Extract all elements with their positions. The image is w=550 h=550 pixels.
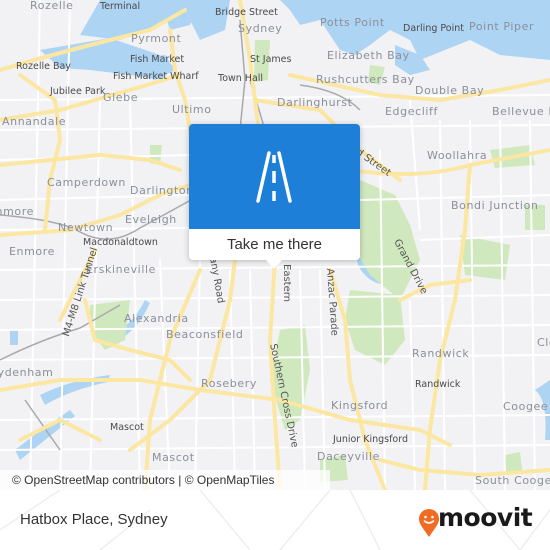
map-attribution[interactable]: © OpenStreetMap contributors | © OpenMap… bbox=[0, 470, 330, 490]
map-label-elizabeth-bay: Elizabeth Bay bbox=[327, 49, 410, 62]
footer-bar: Hatbox Place, Sydney moovit bbox=[0, 490, 550, 550]
popup-pointer bbox=[266, 260, 282, 269]
map-label-rozelle-bay: Rozelle Bay bbox=[16, 61, 71, 72]
place-name: Hatbox Place, Sydney bbox=[20, 511, 168, 528]
map-label-erskineville: Erskineville bbox=[86, 263, 157, 276]
map-label-rozelle: Rozelle bbox=[30, 0, 74, 12]
map-label-daceyville: Daceyville bbox=[317, 450, 380, 463]
map-label-annandale: Annandale bbox=[2, 115, 67, 128]
take-me-there-button[interactable]: Take me there bbox=[189, 229, 360, 260]
map-label-clovelly: Clovelly bbox=[537, 336, 550, 349]
map-label-enmore: Enmore bbox=[9, 245, 56, 258]
map-label-bridge-street: Bridge Street bbox=[215, 7, 278, 18]
map-label-fish-market-wharf: Fish Market Wharf bbox=[113, 71, 199, 82]
map-label-enmore-west: Enmore bbox=[0, 205, 35, 218]
road-label-eastern: Eastern bbox=[281, 264, 292, 303]
map-label-bondi-junction: Bondi Junction bbox=[451, 199, 539, 212]
map-label-potts-point: Potts Point bbox=[320, 16, 385, 29]
popup-header[interactable] bbox=[189, 124, 360, 229]
moovit-wordmark: moovit bbox=[438, 503, 533, 532]
map-label-darling-point: Darling Point bbox=[403, 23, 464, 34]
map-label-kingsford: Kingsford bbox=[331, 399, 389, 412]
take-me-there-popup[interactable]: Take me there bbox=[189, 124, 360, 269]
map-label-sydney: Sydney bbox=[238, 22, 283, 35]
map-label-south-coogee: South Coogee bbox=[475, 474, 550, 487]
map-label-bellevue-hill: Bellevue Hill bbox=[492, 105, 550, 118]
map-label-macdonaldtown: Macdonaldtown bbox=[83, 237, 158, 248]
map-label-st-james: St James bbox=[250, 54, 292, 65]
map-label-fish-market: Fish Market bbox=[130, 54, 185, 65]
map-label-glebe: Glebe bbox=[103, 91, 139, 104]
map-label-point-piper: Point Piper bbox=[469, 20, 535, 33]
map-label-terminal: Terminal bbox=[100, 1, 141, 12]
map-label-town-hall: Town Hall bbox=[218, 73, 264, 84]
map-label-junior-kingsford: Junior Kingsford bbox=[333, 434, 409, 445]
map-label-double-bay: Double Bay bbox=[415, 84, 485, 97]
map-label-sydenham: Sydenham bbox=[0, 366, 54, 379]
map-label-eveleigh: Eveleigh bbox=[125, 213, 177, 226]
map-label-pyrmont: Pyrmont bbox=[131, 32, 182, 45]
map-label-mascot: Mascot bbox=[152, 451, 195, 464]
map-label-darlington: Darlington bbox=[130, 184, 194, 197]
map-label-randwick-stop: Randwick bbox=[415, 379, 461, 390]
map-label-rushcutters-bay: Rushcutters Bay bbox=[316, 73, 415, 86]
map-label-newtown: Newtown bbox=[58, 221, 114, 234]
map-label-ultimo: Ultimo bbox=[172, 103, 212, 116]
map-view[interactable]: Rozelle Terminal Bridge Street Sydney Po… bbox=[0, 0, 550, 490]
map-label-darlinghurst: Darlinghurst bbox=[277, 96, 353, 109]
map-label-coogee: Coogee bbox=[503, 400, 549, 413]
map-label-jubilee-park: Jubilee Park bbox=[50, 86, 106, 97]
road-icon bbox=[256, 151, 292, 203]
map-label-woollahra: Woollahra bbox=[427, 149, 488, 162]
map-label-randwick: Randwick bbox=[412, 347, 470, 360]
map-label-beaconsfield: Beaconsfield bbox=[166, 328, 244, 341]
map-label-rosebery: Rosebery bbox=[201, 377, 257, 390]
map-label-alexandria: Alexandria bbox=[124, 312, 189, 325]
map-label-camperdown: Camperdown bbox=[47, 176, 126, 189]
map-label-mascot-station: Mascot bbox=[110, 422, 144, 433]
moovit-pin-smile-icon bbox=[419, 509, 439, 537]
map-label-edgecliff: Edgecliff bbox=[385, 105, 438, 118]
